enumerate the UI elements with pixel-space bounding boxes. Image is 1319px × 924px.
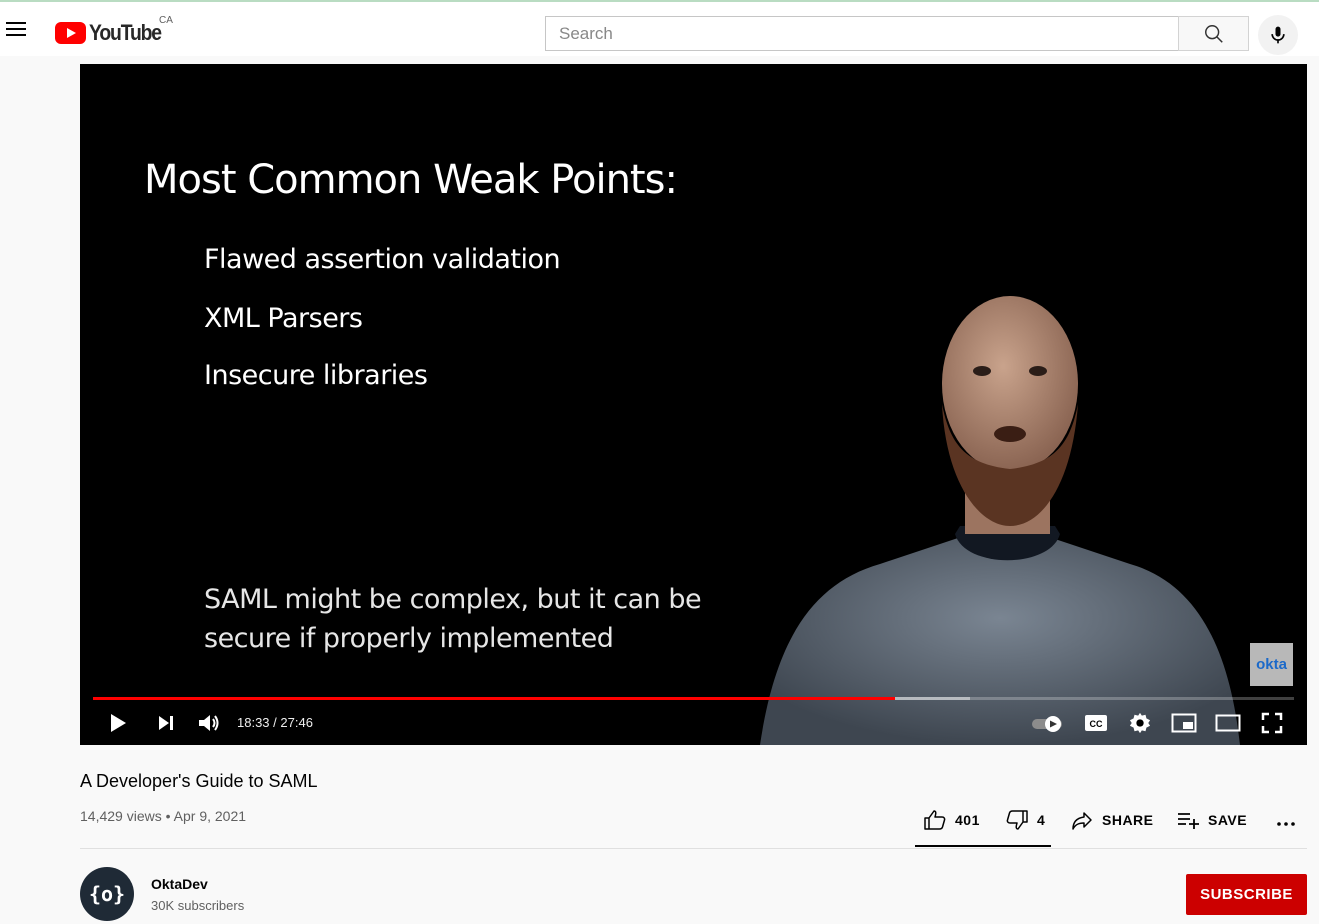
sentiment-like-fill	[915, 845, 1051, 847]
divider	[80, 848, 1307, 849]
masthead: YouTube CA	[0, 2, 1319, 56]
channel-avatar[interactable]: {o}	[80, 867, 134, 921]
miniplayer-button[interactable]	[1169, 708, 1199, 738]
play-icon	[111, 714, 126, 732]
video-meta: 14,429 views • Apr 9, 2021	[80, 808, 247, 824]
progress-bar[interactable]	[93, 697, 1294, 700]
like-count: 401	[955, 812, 980, 828]
search-box	[545, 16, 1179, 51]
slide-footer-line: SAML might be complex, but it can be	[204, 584, 702, 615]
settings-button[interactable]	[1125, 708, 1155, 738]
search-input[interactable]	[546, 17, 1178, 50]
logo-text: YouTube	[89, 20, 162, 45]
youtube-logo-icon	[55, 22, 86, 44]
presenter-image	[760, 296, 1240, 745]
autoplay-toggle[interactable]	[1031, 708, 1065, 738]
svg-text:CC: CC	[1090, 719, 1103, 729]
channel-name[interactable]: OktaDev	[151, 876, 208, 892]
slide-item: Flawed assertion validation	[204, 244, 561, 275]
subscriber-count: 30K subscribers	[151, 898, 245, 913]
dislike-count: 4	[1037, 812, 1046, 828]
voice-search-button[interactable]	[1258, 15, 1298, 55]
menu-icon[interactable]	[4, 19, 28, 39]
more-actions-button[interactable]	[1275, 806, 1305, 834]
save-label: SAVE	[1208, 812, 1248, 828]
duration: 27:46	[280, 715, 313, 730]
subscribe-button[interactable]: SUBSCRIBE	[1186, 874, 1307, 915]
okta-watermark: okta	[1250, 643, 1293, 686]
more-actions-icon	[1277, 822, 1295, 826]
video-title: A Developer's Guide to SAML	[80, 771, 318, 791]
playlist-add-icon	[1178, 813, 1199, 829]
avatar-text: {o}	[88, 882, 126, 906]
fullscreen-icon	[1261, 712, 1283, 734]
autoplay-toggle-icon	[1032, 716, 1062, 732]
dislike-button[interactable]: 4	[1005, 806, 1045, 834]
volume-icon	[199, 715, 219, 731]
save-button[interactable]: SAVE	[1176, 806, 1247, 834]
slide-footer-line: secure if properly implemented	[204, 623, 614, 654]
slide-title: Most Common Weak Points:	[144, 157, 678, 203]
next-button[interactable]	[151, 708, 181, 738]
slide-footer: SAML might be complex, but it can be sec…	[204, 580, 702, 658]
next-icon	[159, 716, 173, 730]
like-button[interactable]: 401	[923, 806, 980, 834]
played-bar	[93, 697, 896, 700]
upload-date: Apr 9, 2021	[173, 808, 247, 824]
volume-button[interactable]	[194, 708, 224, 738]
share-label: SHARE	[1102, 812, 1154, 828]
thumbs-up-icon	[924, 810, 946, 830]
fullscreen-button[interactable]	[1257, 708, 1287, 738]
theater-mode-button[interactable]	[1213, 708, 1243, 738]
search-button[interactable]	[1178, 16, 1249, 51]
search-icon	[1204, 24, 1223, 43]
video-player[interactable]: Most Common Weak Points: Flawed assertio…	[80, 64, 1307, 745]
current-time: 18:33	[237, 715, 270, 730]
slide-item: XML Parsers	[204, 303, 363, 334]
captions-icon: CC	[1085, 715, 1107, 731]
youtube-logo[interactable]: YouTube	[55, 20, 171, 45]
miniplayer-icon	[1171, 713, 1197, 733]
share-icon	[1072, 812, 1092, 830]
sentiment-bar	[915, 845, 1051, 847]
slide-item: Insecure libraries	[204, 360, 428, 391]
time-display: 18:33 / 27:46	[237, 715, 313, 730]
settings-icon	[1129, 712, 1151, 734]
play-button[interactable]	[103, 708, 133, 738]
captions-button[interactable]: CC	[1081, 708, 1111, 738]
country-code: CA	[159, 15, 173, 26]
share-button[interactable]: SHARE	[1070, 806, 1154, 834]
view-count: 14,429 views	[80, 808, 162, 824]
watermark-text: okta	[1256, 656, 1287, 673]
microphone-icon	[1271, 26, 1285, 44]
theater-mode-icon	[1215, 714, 1241, 732]
thumbs-down-icon	[1006, 810, 1028, 830]
